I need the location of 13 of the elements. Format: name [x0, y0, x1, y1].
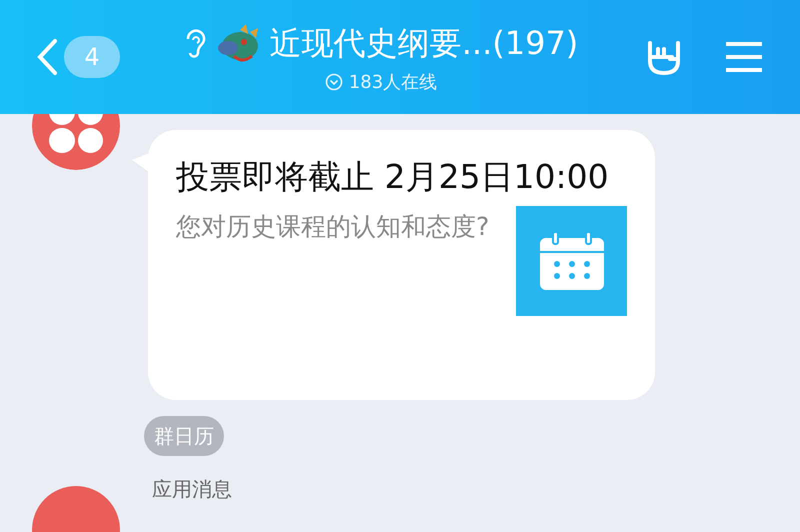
source-tag: 群日历 — [144, 416, 224, 456]
back-icon — [36, 38, 58, 76]
menu-button[interactable] — [724, 40, 764, 74]
group-title: 近现代史纲要...(197) — [270, 22, 578, 64]
sender-name: 应用消息 — [152, 476, 232, 503]
unread-count-badge: 4 — [64, 36, 120, 78]
chevron-down-circle-icon — [324, 73, 343, 91]
calendar-message-card[interactable]: 投票即将截止 2月25日10:00 您对历史课程的认知和态度? — [148, 130, 655, 400]
card-description: 您对历史课程的认知和态度? — [176, 211, 490, 243]
menu-icon — [724, 40, 764, 74]
card-title: 投票即将截止 2月25日10:00 — [176, 156, 610, 198]
avatar[interactable] — [32, 114, 120, 170]
online-count: 183人在线 — [348, 70, 438, 94]
